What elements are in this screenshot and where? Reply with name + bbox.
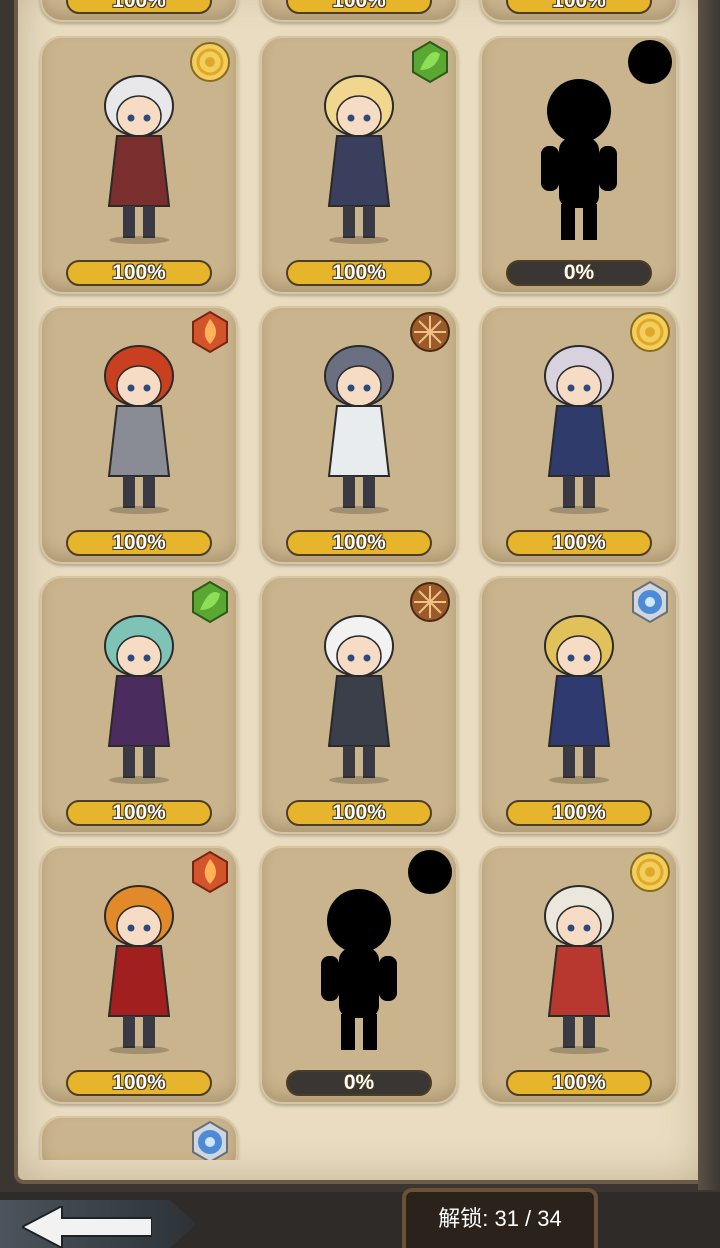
sun-icon bbox=[190, 42, 230, 82]
progress-bar: 100% bbox=[66, 260, 212, 286]
fire-icon bbox=[192, 310, 228, 354]
locked-silhouette bbox=[541, 79, 617, 240]
character-card[interactable]: 100% bbox=[260, 306, 458, 564]
progress-bar: 100% bbox=[286, 530, 432, 556]
progress-bar: 0% bbox=[286, 1070, 432, 1096]
character-card[interactable]: 100% bbox=[480, 306, 678, 564]
snowflake-icon bbox=[632, 580, 668, 624]
character-card-partial[interactable]: 100% bbox=[480, 0, 678, 22]
character-portrait bbox=[544, 885, 614, 1054]
progress-bar: 100% bbox=[286, 260, 432, 286]
sun-icon bbox=[630, 852, 670, 892]
character-portrait bbox=[324, 75, 394, 244]
character-card[interactable]: 100% bbox=[480, 846, 678, 1104]
back-arrow-icon[interactable] bbox=[22, 1206, 152, 1248]
progress-bar: 100% bbox=[506, 1070, 652, 1096]
character-card[interactable]: 100% bbox=[40, 306, 238, 564]
character-card[interactable]: 0% bbox=[480, 36, 678, 294]
fire-icon bbox=[192, 850, 228, 894]
progress-bar: 100% bbox=[66, 0, 212, 14]
sun-icon bbox=[630, 312, 670, 352]
unlock-counter: 解锁: 31 / 34 bbox=[402, 1188, 598, 1248]
character-card[interactable]: 100% bbox=[260, 36, 458, 294]
character-card[interactable]: 0% bbox=[260, 846, 458, 1104]
progress-bar: 100% bbox=[506, 530, 652, 556]
progress-bar: 0% bbox=[506, 260, 652, 286]
leaf-icon bbox=[412, 40, 448, 84]
progress-bar: 100% bbox=[506, 0, 652, 14]
character-grid: 100% 100% 100% 100% 100% 0% 100% 100% 100% 100… bbox=[0, 0, 720, 1160]
character-portrait bbox=[324, 345, 394, 514]
unknown-icon bbox=[628, 40, 672, 84]
character-portrait bbox=[324, 615, 394, 784]
progress-bar: 100% bbox=[286, 0, 432, 14]
web-icon bbox=[410, 312, 450, 352]
character-card-partial[interactable]: 100% bbox=[40, 0, 238, 22]
character-card[interactable]: 100% bbox=[40, 36, 238, 294]
progress-bar: 100% bbox=[66, 530, 212, 556]
character-card[interactable]: 100% bbox=[480, 576, 678, 834]
character-card-partial[interactable]: 100% bbox=[260, 0, 458, 22]
progress-bar: 100% bbox=[286, 800, 432, 826]
snowflake-icon bbox=[192, 1120, 228, 1160]
character-card-partial[interactable] bbox=[40, 1116, 238, 1160]
web-icon bbox=[410, 582, 450, 622]
character-portrait bbox=[104, 885, 174, 1054]
character-card[interactable]: 100% bbox=[260, 576, 458, 834]
unknown-icon bbox=[408, 850, 452, 894]
character-portrait bbox=[104, 615, 174, 784]
leaf-icon bbox=[192, 580, 228, 624]
locked-silhouette bbox=[321, 889, 397, 1050]
character-portrait bbox=[544, 615, 614, 784]
character-portrait bbox=[104, 75, 174, 244]
progress-bar: 100% bbox=[66, 800, 212, 826]
progress-bar: 100% bbox=[66, 1070, 212, 1096]
character-portrait bbox=[104, 345, 174, 514]
progress-bar: 100% bbox=[506, 800, 652, 826]
character-card[interactable]: 100% bbox=[40, 846, 238, 1104]
character-card[interactable]: 100% bbox=[40, 576, 238, 834]
character-portrait bbox=[544, 345, 614, 514]
